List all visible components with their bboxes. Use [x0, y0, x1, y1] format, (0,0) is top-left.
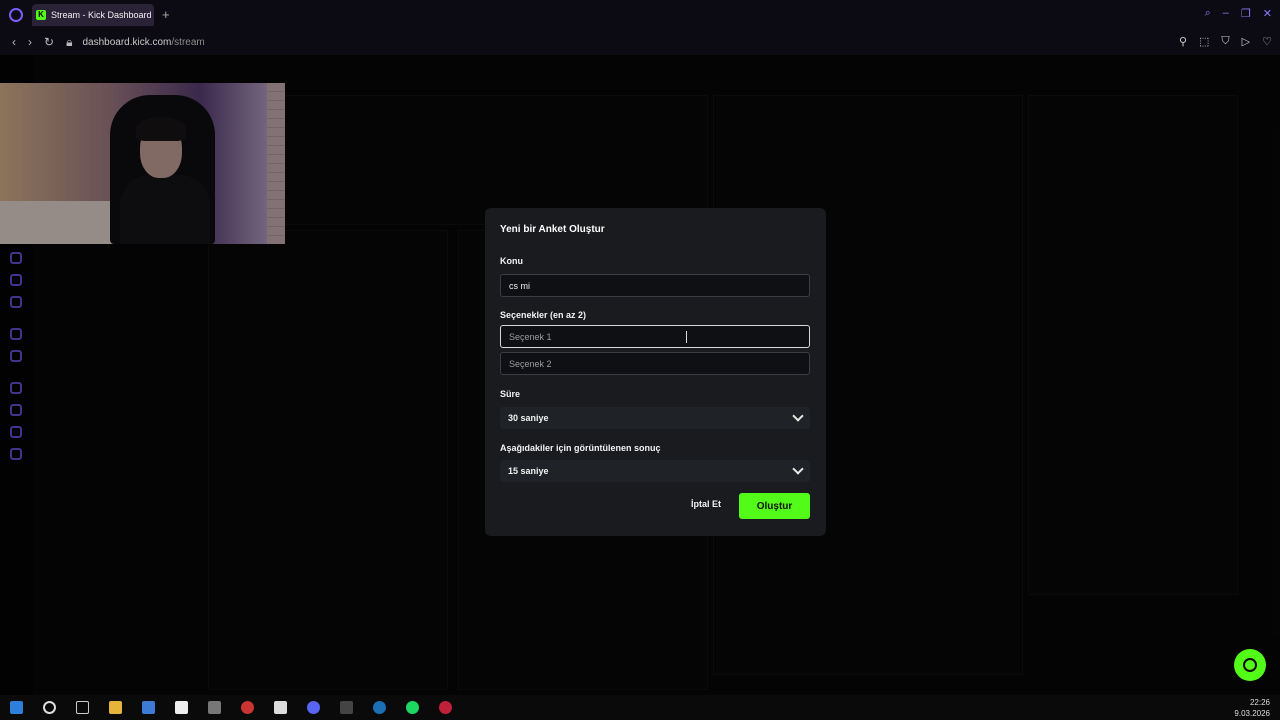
restore-icon[interactable]: ❐ [1241, 7, 1251, 20]
address-actions: ⚲ ⬚ ⛉ ▷ ♡ [1179, 35, 1272, 48]
option-2-input[interactable]: Seçenek 2 [500, 352, 810, 375]
taskbar-clock[interactable]: 22:26 9.03.2026 [1234, 697, 1270, 719]
chevron-down-icon [792, 463, 804, 475]
back-icon[interactable]: ‹ [12, 35, 16, 49]
steam-icon[interactable] [373, 701, 386, 714]
taskbar-app-icon[interactable] [142, 701, 155, 714]
search-icon[interactable]: ⌕ [1205, 7, 1211, 20]
topic-label: Konu [500, 256, 523, 266]
result-select[interactable]: 15 saniye [500, 460, 810, 482]
url-path: /stream [171, 36, 205, 48]
close-icon[interactable]: ✕ [1263, 7, 1272, 20]
unity-icon[interactable] [208, 701, 221, 714]
minimize-icon[interactable]: – [1223, 7, 1229, 20]
pin-icon[interactable]: ⚲ [1179, 35, 1187, 48]
windows-start-icon[interactable] [10, 701, 23, 714]
new-tab-icon[interactable]: + [162, 7, 170, 22]
reload-icon[interactable]: ↻ [44, 35, 54, 49]
obs-icon[interactable] [241, 701, 254, 714]
chevron-down-icon [792, 410, 804, 422]
clock-date: 9.03.2026 [1234, 709, 1270, 718]
opera-taskbar-icon[interactable] [439, 701, 452, 714]
task-view-icon[interactable] [76, 701, 89, 714]
notepad-icon[interactable] [175, 701, 188, 714]
result-label: Aşağıdakiler için görüntülenen sonuç [500, 443, 661, 453]
discord-icon[interactable] [307, 701, 320, 714]
create-button[interactable]: Oluştur [739, 493, 810, 519]
epic-games-icon[interactable] [340, 701, 353, 714]
kick-favicon-icon: K [36, 9, 46, 20]
result-value: 15 saniye [508, 466, 549, 476]
browser-tab[interactable]: K Stream - Kick Dashboard [32, 3, 154, 26]
clock-time: 22:26 [1249, 698, 1270, 707]
capcut-icon[interactable] [274, 701, 287, 714]
text-cursor-icon [686, 331, 688, 343]
forward-icon[interactable]: › [28, 35, 32, 49]
option-1-input[interactable]: Seçenek 1 [500, 325, 810, 348]
lock-icon: 🔒︎ [66, 34, 73, 49]
topic-input[interactable]: cs mi [500, 274, 810, 297]
duration-select[interactable]: 30 saniye [500, 407, 810, 429]
spotify-icon[interactable] [406, 701, 419, 714]
support-chat-button[interactable] [1234, 649, 1266, 681]
shield-icon[interactable]: ⛉ [1221, 35, 1229, 48]
url-domain: dashboard.kick.com [82, 36, 172, 48]
url-field[interactable]: dashboard.kick.com/stream [82, 37, 204, 48]
tab-title: Stream - Kick Dashboard [51, 9, 152, 20]
options-label: Seçenekler (en az 2) [500, 310, 587, 320]
browser-tabbar: K Stream - Kick Dashboard + ⌕ – ❐ ✕ [0, 0, 1280, 29]
heart-icon[interactable]: ♡ [1262, 35, 1272, 48]
file-explorer-icon[interactable] [109, 701, 122, 714]
windows-taskbar: 22:26 9.03.2026 [0, 695, 1280, 720]
modal-title: Yeni bir Anket Oluştur [500, 224, 605, 235]
duration-label: Süre [500, 389, 521, 399]
cancel-button[interactable]: İptal Et [691, 499, 721, 509]
snapshot-icon[interactable]: ⬚ [1199, 35, 1209, 48]
create-poll-modal: Yeni bir Anket Oluştur Konu cs mi Seçene… [485, 208, 826, 536]
opera-logo-icon[interactable] [9, 7, 23, 22]
headset-icon [1243, 658, 1257, 672]
duration-value: 30 saniye [508, 413, 549, 423]
taskbar-search-icon[interactable] [43, 701, 56, 714]
address-bar: ‹ › ↻ 🔒︎ dashboard.kick.com/stream ⚲ ⬚ ⛉… [0, 29, 1280, 55]
play-icon[interactable]: ▷ [1242, 35, 1250, 48]
window-controls: ⌕ – ❐ ✕ [1205, 7, 1272, 20]
